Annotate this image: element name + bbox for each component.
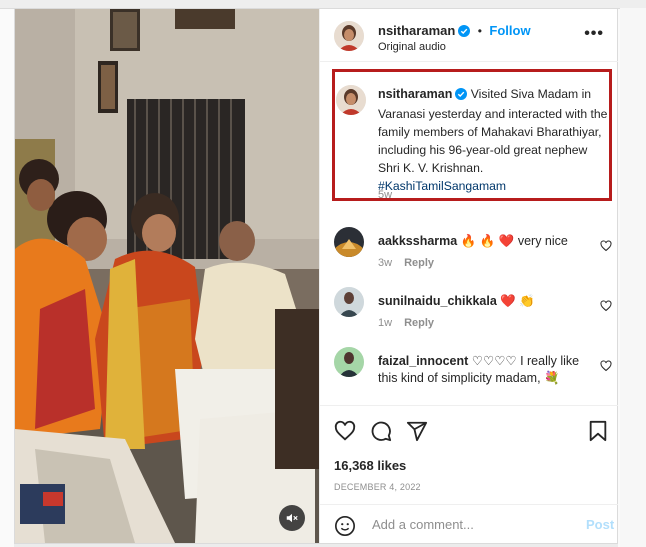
- instagram-post: nsitharaman • Follow Original audio ••• …: [14, 8, 618, 544]
- caption-avatar[interactable]: [336, 85, 366, 115]
- follow-button[interactable]: Follow: [489, 23, 530, 38]
- verified-badge-icon: [458, 24, 471, 42]
- emoji-icon[interactable]: [334, 515, 356, 542]
- profile-photo: [334, 21, 364, 51]
- audio-label[interactable]: Original audio: [378, 41, 446, 53]
- speaker-muted-icon: [286, 513, 298, 523]
- share-icon[interactable]: [406, 420, 428, 447]
- caption-hashtag[interactable]: #KashiTamilSangamam: [378, 179, 506, 193]
- comment-emoji: 💐: [544, 371, 560, 385]
- likes-count[interactable]: 16,368 likes: [334, 458, 406, 473]
- comment-meta: 1w Reply: [378, 317, 434, 329]
- comment-text: faizal_innocent ♡♡♡♡ I really like this …: [378, 353, 583, 387]
- comment-body: very nice: [517, 234, 568, 248]
- avatar[interactable]: [334, 21, 364, 51]
- post-video[interactable]: [15, 9, 319, 543]
- caption-timestamp: 5w: [378, 189, 393, 201]
- reply-button[interactable]: Reply: [404, 317, 434, 329]
- like-icon[interactable]: [334, 420, 356, 447]
- post-actions: 16,368 likes DECEMBER 4, 2022 Add a comm…: [320, 405, 618, 544]
- mute-button[interactable]: [279, 505, 305, 531]
- comment-time: 3w: [378, 257, 393, 269]
- comment-avatar-image: [334, 227, 364, 257]
- comment-avatar[interactable]: [334, 287, 364, 317]
- video-frame: [15, 9, 319, 543]
- post-side-panel: nsitharaman • Follow Original audio ••• …: [319, 9, 618, 543]
- comment-avatar[interactable]: [334, 347, 364, 377]
- comment-like-icon[interactable]: [600, 239, 612, 257]
- caption-username[interactable]: nsitharaman: [378, 87, 452, 101]
- comment-icon[interactable]: [370, 420, 392, 447]
- post-comment-button[interactable]: Post: [586, 517, 614, 532]
- comment-username[interactable]: sunilnaidu_chikkala: [378, 294, 497, 308]
- header-username[interactable]: nsitharaman: [378, 23, 455, 38]
- add-comment-bar: Add a comment... Post: [320, 504, 618, 545]
- save-icon[interactable]: [588, 420, 608, 447]
- comment-meta: 3w Reply: [378, 257, 434, 269]
- separator-dot: •: [477, 24, 482, 38]
- comment-text: aakkssharma 🔥 🔥 ❤️ very nice: [378, 233, 583, 250]
- comment-text: sunilnaidu_chikkala ❤️ 👏: [378, 293, 583, 310]
- caption-verified-badge-icon: [455, 87, 468, 105]
- caption-profile-photo: [336, 85, 366, 115]
- post-date: DECEMBER 4, 2022: [334, 482, 421, 492]
- comment-username[interactable]: aakkssharma: [378, 234, 457, 248]
- reply-button[interactable]: Reply: [404, 257, 434, 269]
- page-scrollbar[interactable]: [620, 8, 646, 547]
- comment-like-icon[interactable]: [600, 299, 612, 317]
- caption: nsitharaman Visited Siva Madam in Varana…: [378, 85, 608, 195]
- comment-emoji: ❤️ 👏: [500, 294, 535, 308]
- comment-avatar-image: [334, 287, 364, 317]
- header-line: nsitharaman • Follow: [378, 22, 531, 42]
- more-options-icon[interactable]: •••: [584, 26, 604, 42]
- comment-avatar-image: [334, 347, 364, 377]
- comment-emoji: 🔥 🔥 ❤️: [460, 234, 515, 248]
- post-header: nsitharaman • Follow Original audio •••: [320, 9, 618, 62]
- comment-time: 1w: [378, 317, 393, 329]
- comment-username[interactable]: faizal_innocent: [378, 354, 468, 368]
- comment-like-icon[interactable]: [600, 359, 612, 377]
- add-comment-input[interactable]: Add a comment...: [372, 517, 474, 532]
- comment-avatar[interactable]: [334, 227, 364, 257]
